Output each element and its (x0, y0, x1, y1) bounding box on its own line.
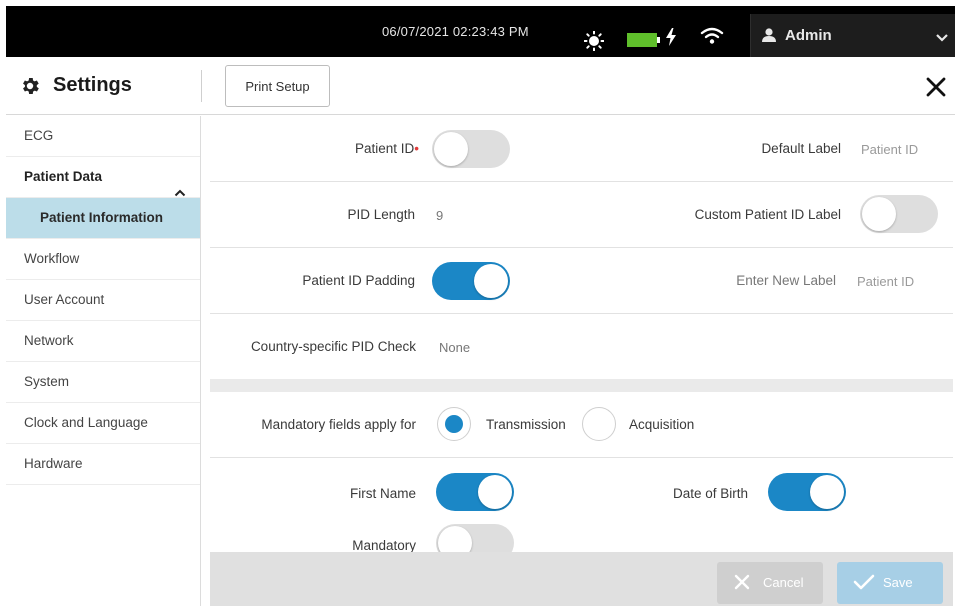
gear-icon (19, 75, 41, 102)
new-label-input[interactable]: Patient ID (857, 274, 914, 289)
sidebar-item-ecg[interactable]: ECG (6, 116, 200, 157)
close-icon (733, 573, 751, 594)
chevron-down-icon (935, 30, 949, 48)
patient-id-row: Patient ID• Default Label Patient ID (210, 116, 953, 182)
patient-id-toggle[interactable] (432, 130, 510, 168)
pid-length-label: PID Length (347, 207, 415, 222)
sidebar-item-label: Patient Information (40, 210, 164, 225)
first-name-mandatory-label: Mandatory (352, 538, 416, 553)
pid-length-value[interactable]: 9 (436, 208, 443, 223)
pid-padding-row: Patient ID Padding Enter New Label Patie… (210, 248, 953, 314)
pid-length-row: PID Length 9 Custom Patient ID Label (210, 182, 953, 248)
save-button-label: Save (883, 575, 913, 590)
action-footer: Cancel Save (210, 552, 953, 606)
sidebar-item-label: ECG (24, 128, 54, 143)
patient-id-label-text: Patient ID (354, 141, 415, 156)
custom-patient-id-label-toggle[interactable] (860, 195, 938, 233)
mandatory-apply-row: Mandatory fields apply for Transmission … (210, 392, 953, 458)
sidebar-item-label: System (24, 374, 70, 389)
date-of-birth-label: Date of Birth (672, 486, 748, 501)
user-icon (761, 28, 777, 47)
sidebar-item-patient-information[interactable]: Patient Information (6, 198, 200, 239)
sidebar-item-workflow[interactable]: Workflow (6, 239, 200, 280)
battery-icon (627, 32, 663, 53)
brightness-icon[interactable] (583, 30, 605, 56)
print-setup-button[interactable]: Print Setup (225, 65, 330, 107)
required-indicator: • (414, 141, 419, 156)
status-bar: 06/07/2021 02:23:43 PM Admin (6, 6, 955, 57)
first-name-label: First Name (349, 486, 416, 501)
acquisition-radio[interactable] (582, 407, 616, 441)
sidebar-item-label: Hardware (24, 456, 83, 471)
sidebar-item-patient-data[interactable]: Patient Data (6, 157, 200, 198)
sidebar-item-label: Patient Data (24, 169, 103, 184)
custom-patient-id-label-label: Custom Patient ID Label (694, 207, 841, 222)
pid-padding-toggle[interactable] (432, 262, 510, 300)
header-divider (201, 70, 202, 102)
sidebar-item-label: User Account (24, 292, 105, 307)
mandatory-fields-card: Mandatory fields apply for Transmission … (210, 392, 953, 562)
sidebar-item-label: Clock and Language (24, 415, 148, 430)
settings-sidebar: ECG Patient Data Patient Information Wor… (6, 116, 201, 606)
sidebar-item-system[interactable]: System (6, 362, 200, 403)
transmission-label[interactable]: Transmission (486, 417, 566, 432)
patient-id-card: Patient ID• Default Label Patient ID PID… (210, 116, 953, 379)
sidebar-item-network[interactable]: Network (6, 321, 200, 362)
user-name: Admin (785, 27, 832, 44)
wifi-icon[interactable] (700, 27, 724, 50)
cancel-button-label: Cancel (763, 575, 804, 590)
country-check-label: Country-specific PID Check (250, 339, 416, 354)
pid-padding-label: Patient ID Padding (302, 273, 415, 288)
save-button[interactable]: Save (837, 562, 943, 604)
cancel-button[interactable]: Cancel (717, 562, 823, 604)
acquisition-label[interactable]: Acquisition (629, 417, 694, 432)
date-of-birth-toggle[interactable] (768, 473, 846, 511)
country-check-value[interactable]: None (439, 340, 470, 355)
datetime: 06/07/2021 02:23:43 PM (382, 24, 529, 39)
sidebar-item-clock-and-language[interactable]: Clock and Language (6, 403, 200, 444)
first-name-section: First Name Date of Birth Mandatory (210, 458, 953, 562)
sidebar-item-user-account[interactable]: User Account (6, 280, 200, 321)
enter-new-label-label: Enter New Label (736, 273, 836, 288)
sidebar-item-label: Workflow (24, 251, 80, 266)
close-icon[interactable] (924, 75, 948, 99)
patient-id-label: Patient ID• (355, 141, 419, 156)
user-menu[interactable]: Admin (750, 14, 955, 57)
sidebar-item-label: Network (24, 333, 74, 348)
mandatory-apply-label: Mandatory fields apply for (261, 417, 416, 432)
page-title: Settings (53, 74, 132, 96)
transmission-radio[interactable] (437, 407, 471, 441)
default-label-label: Default Label (761, 141, 841, 156)
settings-content: Patient ID• Default Label Patient ID PID… (210, 116, 953, 606)
sidebar-item-hardware[interactable]: Hardware (6, 444, 200, 485)
default-label-value: Patient ID (861, 142, 919, 157)
settings-header: Settings Print Setup (6, 57, 955, 115)
checkmark-icon (853, 573, 875, 594)
country-check-row: Country-specific PID Check None (210, 314, 953, 380)
first-name-toggle[interactable] (436, 473, 514, 511)
charging-bolt-icon (665, 28, 677, 51)
